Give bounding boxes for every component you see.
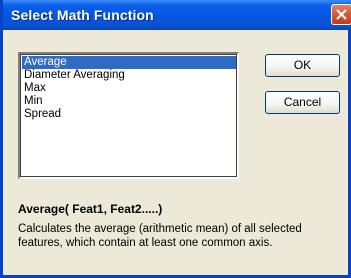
close-icon bbox=[336, 9, 347, 20]
function-description: Calculates the average (arithmetic mean)… bbox=[18, 222, 348, 250]
description-line-1: Calculates the average (arithmetic mean)… bbox=[18, 223, 302, 235]
dialog-window: Select Math Function Average Diameter Av… bbox=[0, 0, 351, 278]
list-item-min[interactable]: Min bbox=[22, 95, 236, 108]
function-signature: Average( Feat1, Feat2.....) bbox=[18, 202, 163, 216]
function-list: Average Diameter Averaging Max Min Sprea… bbox=[22, 56, 236, 121]
ok-button[interactable]: OK bbox=[265, 54, 340, 77]
close-button[interactable] bbox=[331, 4, 351, 25]
list-item-spread[interactable]: Spread bbox=[22, 108, 236, 121]
description-line-2: features, which contain at least one com… bbox=[18, 237, 273, 249]
function-listbox[interactable]: Average Diameter Averaging Max Min Sprea… bbox=[18, 52, 239, 179]
cancel-button[interactable]: Cancel bbox=[265, 91, 340, 114]
list-item-average[interactable]: Average bbox=[22, 56, 236, 69]
window-title: Select Math Function bbox=[11, 7, 154, 23]
list-item-max[interactable]: Max bbox=[22, 82, 236, 95]
title-bar[interactable]: Select Math Function bbox=[3, 0, 351, 30]
list-item-diameter-averaging[interactable]: Diameter Averaging bbox=[22, 69, 236, 82]
